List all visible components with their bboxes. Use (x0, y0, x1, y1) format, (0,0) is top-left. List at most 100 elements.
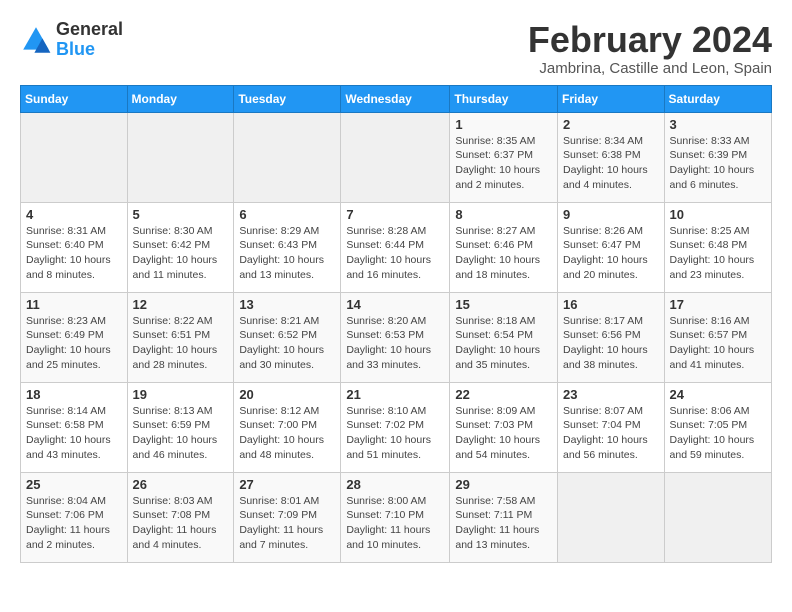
day-number: 11 (26, 297, 122, 312)
calendar-cell: 17Sunrise: 8:16 AM Sunset: 6:57 PM Dayli… (664, 292, 771, 382)
logo: General Blue (20, 20, 123, 60)
day-header-wednesday: Wednesday (341, 85, 450, 112)
day-header-saturday: Saturday (664, 85, 771, 112)
calendar-cell: 7 Sunrise: 8:28 AM Sunset: 6:44 PM Daylig… (341, 202, 450, 292)
calendar-week-2: 4 Sunrise: 8:31 AM Sunset: 6:40 PM Daylig… (21, 202, 772, 292)
day-number: 2 (563, 117, 659, 132)
day-info: Sunrise: 7:58 AM Sunset: 7:11 PM Dayligh… (455, 494, 552, 553)
day-number: 3 (670, 117, 766, 132)
day-info: Sunrise: 8:27 AM Sunset: 6:46 PM Dayligh… (455, 224, 552, 283)
calendar-cell: 25 Sunrise: 8:04 AM Sunset: 7:06 PM Dayli… (21, 472, 128, 562)
day-info: Sunrise: 8:13 AM Sunset: 6:59 PM Dayligh… (133, 404, 229, 463)
day-info: Sunrise: 8:29 AM Sunset: 6:43 PM Dayligh… (239, 224, 335, 283)
day-number: 26 (133, 477, 229, 492)
day-info: Sunrise: 8:07 AM Sunset: 7:04 PM Dayligh… (563, 404, 659, 463)
calendar-cell: 19 Sunrise: 8:13 AM Sunset: 6:59 PM Dayli… (127, 382, 234, 472)
calendar-cell: 3Sunrise: 8:33 AM Sunset: 6:39 PM Daylig… (664, 112, 771, 202)
day-header-friday: Friday (558, 85, 665, 112)
day-info: Sunrise: 8:21 AM Sunset: 6:52 PM Dayligh… (239, 314, 335, 373)
day-number: 7 (346, 207, 444, 222)
day-info: Sunrise: 8:01 AM Sunset: 7:09 PM Dayligh… (239, 494, 335, 553)
day-info: Sunrise: 8:06 AM Sunset: 7:05 PM Dayligh… (670, 404, 766, 463)
day-info: Sunrise: 8:00 AM Sunset: 7:10 PM Dayligh… (346, 494, 444, 553)
day-info: Sunrise: 8:03 AM Sunset: 7:08 PM Dayligh… (133, 494, 229, 553)
day-number: 9 (563, 207, 659, 222)
day-number: 22 (455, 387, 552, 402)
day-header-sunday: Sunday (21, 85, 128, 112)
day-info: Sunrise: 8:04 AM Sunset: 7:06 PM Dayligh… (26, 494, 122, 553)
day-number: 5 (133, 207, 229, 222)
day-number: 6 (239, 207, 335, 222)
day-info: Sunrise: 8:26 AM Sunset: 6:47 PM Dayligh… (563, 224, 659, 283)
day-info: Sunrise: 8:35 AM Sunset: 6:37 PM Dayligh… (455, 134, 552, 193)
day-info: Sunrise: 8:20 AM Sunset: 6:53 PM Dayligh… (346, 314, 444, 373)
day-info: Sunrise: 8:09 AM Sunset: 7:03 PM Dayligh… (455, 404, 552, 463)
calendar-cell: 20Sunrise: 8:12 AM Sunset: 7:00 PM Dayli… (234, 382, 341, 472)
day-info: Sunrise: 8:34 AM Sunset: 6:38 PM Dayligh… (563, 134, 659, 193)
calendar-cell: 29 Sunrise: 7:58 AM Sunset: 7:11 PM Dayli… (450, 472, 558, 562)
logo-icon (20, 24, 52, 56)
calendar-week-4: 18Sunrise: 8:14 AM Sunset: 6:58 PM Dayli… (21, 382, 772, 472)
day-info: Sunrise: 8:31 AM Sunset: 6:40 PM Dayligh… (26, 224, 122, 283)
day-header-tuesday: Tuesday (234, 85, 341, 112)
day-number: 24 (670, 387, 766, 402)
day-number: 19 (133, 387, 229, 402)
day-info: Sunrise: 8:18 AM Sunset: 6:54 PM Dayligh… (455, 314, 552, 373)
calendar-cell (127, 112, 234, 202)
day-number: 27 (239, 477, 335, 492)
calendar-cell: 24 Sunrise: 8:06 AM Sunset: 7:05 PM Dayli… (664, 382, 771, 472)
calendar-table: SundayMondayTuesdayWednesdayThursdayFrid… (20, 85, 772, 563)
day-number: 10 (670, 207, 766, 222)
day-info: Sunrise: 8:30 AM Sunset: 6:42 PM Dayligh… (133, 224, 229, 283)
calendar-cell: 9 Sunrise: 8:26 AM Sunset: 6:47 PM Daylig… (558, 202, 665, 292)
day-info: Sunrise: 8:22 AM Sunset: 6:51 PM Dayligh… (133, 314, 229, 373)
day-info: Sunrise: 8:12 AM Sunset: 7:00 PM Dayligh… (239, 404, 335, 463)
calendar-cell: 2 Sunrise: 8:34 AM Sunset: 6:38 PM Daylig… (558, 112, 665, 202)
day-number: 28 (346, 477, 444, 492)
day-number: 13 (239, 297, 335, 312)
calendar-cell: 6 Sunrise: 8:29 AM Sunset: 6:43 PM Daylig… (234, 202, 341, 292)
calendar-cell (234, 112, 341, 202)
logo-text: General Blue (56, 20, 123, 60)
day-number: 29 (455, 477, 552, 492)
calendar-cell: 21 Sunrise: 8:10 AM Sunset: 7:02 PM Dayli… (341, 382, 450, 472)
day-number: 12 (133, 297, 229, 312)
day-info: Sunrise: 8:10 AM Sunset: 7:02 PM Dayligh… (346, 404, 444, 463)
day-number: 16 (563, 297, 659, 312)
day-number: 25 (26, 477, 122, 492)
calendar-cell: 14 Sunrise: 8:20 AM Sunset: 6:53 PM Dayli… (341, 292, 450, 382)
calendar-cell: 22 Sunrise: 8:09 AM Sunset: 7:03 PM Dayli… (450, 382, 558, 472)
day-number: 23 (563, 387, 659, 402)
day-number: 17 (670, 297, 766, 312)
calendar-cell (341, 112, 450, 202)
day-number: 15 (455, 297, 552, 312)
header: General Blue February 2024 Jambrina, Cas… (20, 20, 772, 77)
day-info: Sunrise: 8:17 AM Sunset: 6:56 PM Dayligh… (563, 314, 659, 373)
calendar-week-1: 1Sunrise: 8:35 AM Sunset: 6:37 PM Daylig… (21, 112, 772, 202)
calendar-cell: 1Sunrise: 8:35 AM Sunset: 6:37 PM Daylig… (450, 112, 558, 202)
calendar-cell: 15 Sunrise: 8:18 AM Sunset: 6:54 PM Dayli… (450, 292, 558, 382)
calendar-cell: 8Sunrise: 8:27 AM Sunset: 6:46 PM Daylig… (450, 202, 558, 292)
calendar-body: 1Sunrise: 8:35 AM Sunset: 6:37 PM Daylig… (21, 112, 772, 562)
calendar-cell: 16 Sunrise: 8:17 AM Sunset: 6:56 PM Dayli… (558, 292, 665, 382)
day-info: Sunrise: 8:28 AM Sunset: 6:44 PM Dayligh… (346, 224, 444, 283)
day-number: 4 (26, 207, 122, 222)
day-info: Sunrise: 8:23 AM Sunset: 6:49 PM Dayligh… (26, 314, 122, 373)
calendar-cell: 26 Sunrise: 8:03 AM Sunset: 7:08 PM Dayli… (127, 472, 234, 562)
calendar-cell: 11 Sunrise: 8:23 AM Sunset: 6:49 PM Dayli… (21, 292, 128, 382)
calendar-header-row: SundayMondayTuesdayWednesdayThursdayFrid… (21, 85, 772, 112)
calendar-cell: 4 Sunrise: 8:31 AM Sunset: 6:40 PM Daylig… (21, 202, 128, 292)
calendar-cell: 27 Sunrise: 8:01 AM Sunset: 7:09 PM Dayli… (234, 472, 341, 562)
month-title: February 2024 (528, 20, 772, 60)
day-info: Sunrise: 8:25 AM Sunset: 6:48 PM Dayligh… (670, 224, 766, 283)
day-number: 21 (346, 387, 444, 402)
day-info: Sunrise: 8:14 AM Sunset: 6:58 PM Dayligh… (26, 404, 122, 463)
calendar-cell: 10 Sunrise: 8:25 AM Sunset: 6:48 PM Dayli… (664, 202, 771, 292)
day-number: 14 (346, 297, 444, 312)
calendar-week-5: 25 Sunrise: 8:04 AM Sunset: 7:06 PM Dayli… (21, 472, 772, 562)
day-header-thursday: Thursday (450, 85, 558, 112)
calendar-cell: 13 Sunrise: 8:21 AM Sunset: 6:52 PM Dayli… (234, 292, 341, 382)
calendar-cell: 12 Sunrise: 8:22 AM Sunset: 6:51 PM Dayli… (127, 292, 234, 382)
calendar-cell (558, 472, 665, 562)
calendar-cell (21, 112, 128, 202)
